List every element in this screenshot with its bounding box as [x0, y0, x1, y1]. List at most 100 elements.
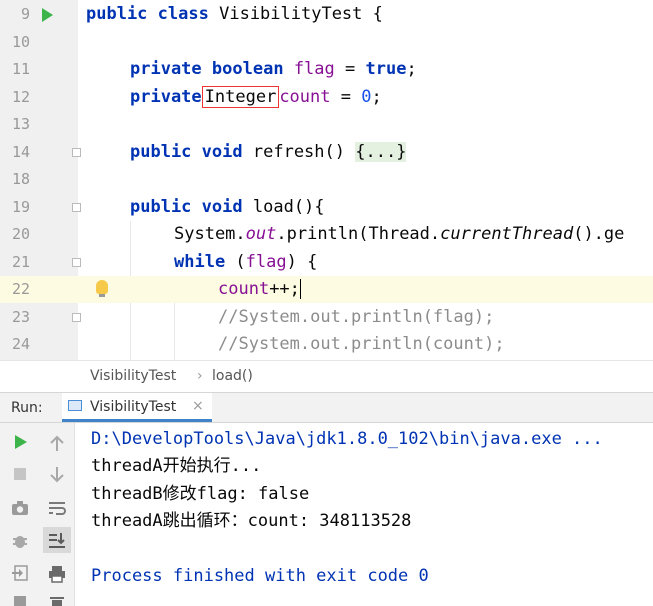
line-number: 11 [11, 60, 30, 78]
keyword: private [130, 87, 202, 107]
stop-icon[interactable] [13, 467, 27, 481]
field-name: flag [293, 59, 335, 79]
breadcrumb-separator: › [197, 368, 203, 384]
code-line: 19 public void load(){ [0, 194, 653, 221]
method-name: refresh() [252, 142, 345, 162]
keyword: void [201, 197, 243, 217]
run-toolbar-secondary [40, 423, 75, 606]
code-line: 10 [0, 29, 653, 56]
line-number: 9 [20, 5, 30, 23]
operator: = [334, 59, 366, 79]
import-icon[interactable] [11, 564, 29, 582]
pin-icon[interactable] [11, 595, 29, 606]
number: 0 [361, 87, 372, 107]
keyword: private [130, 59, 202, 79]
code-line: 24 //System.out.println(count); [0, 331, 653, 358]
console-line: threadA开始执行... [91, 456, 262, 476]
code-line: 12 private Integer count = 0; [0, 84, 653, 111]
run-tab[interactable]: VisibilityTest × [62, 393, 212, 422]
keyword: while [174, 252, 226, 272]
line-number: 24 [11, 335, 30, 353]
code-line-current: 22 count++; [0, 276, 653, 303]
field-name: count [279, 87, 331, 107]
highlighted-type: Integer [201, 86, 280, 108]
code-line: 18 [0, 166, 653, 193]
bug-icon[interactable] [11, 532, 29, 550]
keyword: boolean [211, 59, 284, 79]
keyword: true [365, 59, 407, 79]
folded-block[interactable]: {...} [355, 142, 407, 162]
console-command-line[interactable]: D:\DevelopTools\Java\jdk1.8.0_102\bin\ja… [91, 426, 603, 453]
text-caret [299, 279, 301, 299]
code-line: 23 //System.out.println(flag); [0, 304, 653, 331]
method-name: load(){ [252, 197, 325, 217]
fold-collapse-icon[interactable] [72, 203, 81, 212]
run-label: Run: [11, 400, 43, 416]
run-tool-window-header: Run: VisibilityTest × [0, 392, 653, 423]
semicolon: ; [406, 59, 417, 79]
fold-expand-icon[interactable] [72, 148, 81, 157]
run-tab-label: VisibilityTest [90, 399, 177, 415]
method-call: .println(Thread. [276, 224, 441, 244]
method-call: ().ge [573, 224, 625, 244]
paren: ) { [286, 252, 318, 272]
line-number: 21 [11, 253, 30, 271]
comment: //System.out.println(flag); [218, 307, 495, 327]
breadcrumb-class[interactable]: VisibilityTest [90, 368, 176, 384]
line-number: 22 [11, 280, 30, 298]
arrow-down-icon[interactable] [49, 466, 65, 484]
code-editor[interactable]: 9 public class VisibilityTest { 10 11 pr… [0, 0, 653, 360]
brace: { [362, 4, 383, 24]
camera-icon[interactable] [11, 500, 29, 516]
run-toolbar-primary [0, 423, 40, 606]
lightbulb-icon[interactable] [96, 280, 108, 294]
code-line: 21 while (flag) { [0, 249, 653, 276]
operator: ++; [269, 279, 300, 299]
console-icon [68, 400, 82, 411]
soft-wrap-icon[interactable] [48, 500, 66, 516]
code-line: 14 public void refresh() {...} [0, 139, 653, 166]
fold-collapse-icon[interactable] [72, 258, 81, 267]
console-output[interactable]: D:\DevelopTools\Java\jdk1.8.0_102\bin\ja… [75, 423, 653, 606]
keyword: class [157, 4, 209, 24]
play-icon[interactable] [12, 434, 28, 450]
class-name: VisibilityTest [219, 4, 363, 24]
console-exit-message: Process finished with exit code 0 [91, 566, 429, 586]
line-number: 12 [11, 88, 30, 106]
keyword: void [201, 142, 243, 162]
line-number: 13 [11, 115, 30, 133]
run-arrow-icon[interactable] [42, 8, 53, 22]
identifier: System. [174, 224, 246, 244]
breadcrumb: VisibilityTest › load() [0, 360, 653, 393]
lightbulb-base [99, 294, 105, 297]
console-line: threadA跳出循环：count: 348113528 [91, 511, 412, 531]
fold-collapse-icon[interactable] [72, 313, 81, 322]
print-icon[interactable] [48, 565, 66, 583]
close-icon[interactable]: × [192, 398, 204, 414]
line-number: 20 [11, 225, 30, 243]
field-name: count [218, 279, 270, 299]
breadcrumb-method[interactable]: load() [212, 368, 253, 384]
console-line: threadB修改flag: false [91, 484, 310, 504]
code-line: 9 public class VisibilityTest { [0, 1, 653, 28]
comment: //System.out.println(count); [218, 334, 505, 354]
scroll-to-end-icon[interactable] [48, 531, 66, 549]
code-line: 13 [0, 111, 653, 138]
semicolon: ; [371, 87, 382, 107]
line-number: 14 [11, 143, 30, 161]
static-method: currentThread [440, 224, 574, 244]
line-number: 23 [11, 308, 30, 326]
paren: ( [225, 252, 246, 272]
line-number: 19 [11, 198, 30, 216]
keyword: public [86, 4, 148, 24]
code-line: 20 System.out.println(Thread.currentThre… [0, 221, 653, 248]
arrow-up-icon[interactable] [49, 434, 65, 452]
trash-icon[interactable] [48, 595, 66, 606]
line-number: 10 [11, 33, 30, 51]
keyword: public [130, 197, 192, 217]
line-number: 18 [11, 170, 30, 188]
operator: = [330, 87, 362, 107]
keyword: public [130, 142, 192, 162]
field-name: flag [245, 252, 287, 272]
static-field: out [245, 224, 277, 244]
